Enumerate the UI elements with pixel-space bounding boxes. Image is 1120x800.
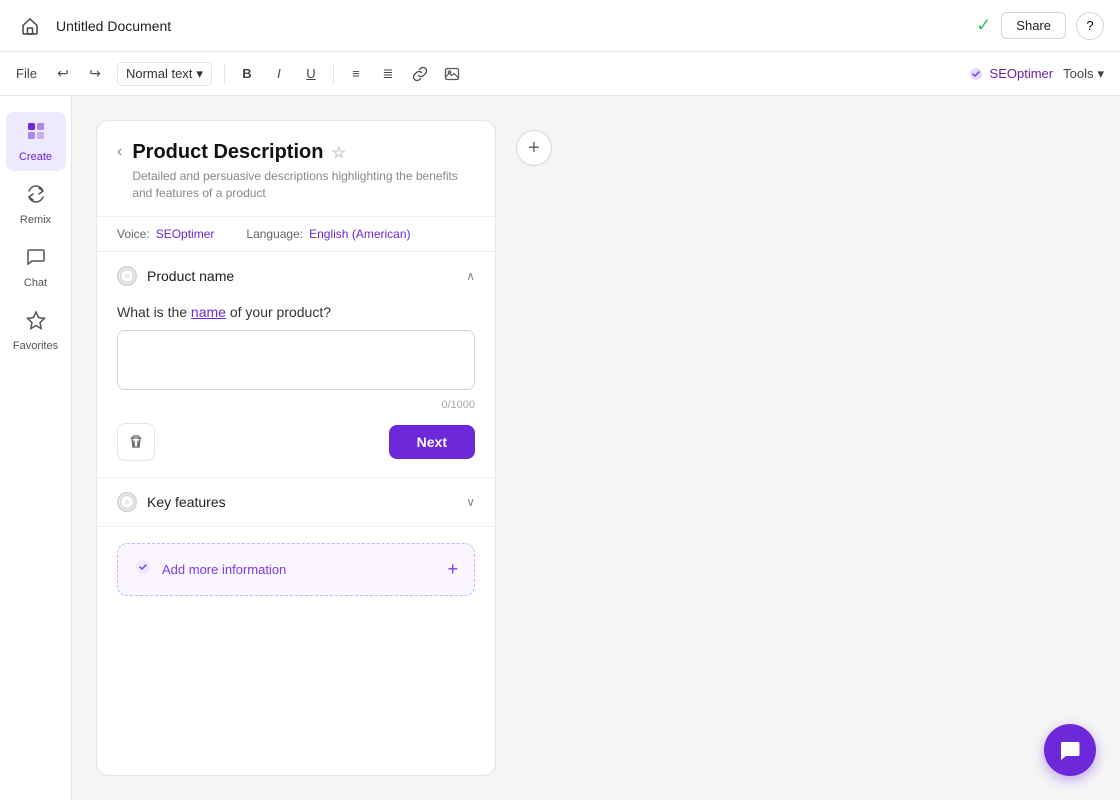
undo-button[interactable]: ↩	[49, 60, 77, 88]
language-value[interactable]: English (American)	[309, 227, 410, 241]
sidebar-item-create[interactable]: Create	[6, 112, 66, 171]
file-menu[interactable]: File	[16, 66, 37, 81]
sidebar-item-favorites[interactable]: Favorites	[6, 301, 66, 360]
add-more-plus-icon: +	[447, 559, 458, 580]
key-features-header[interactable]: Key features ∨	[97, 478, 495, 526]
toolbar-divider-2	[333, 64, 334, 84]
create-icon	[25, 120, 47, 147]
favorites-label: Favorites	[13, 340, 58, 352]
topbar-actions: ✓ Share ?	[976, 12, 1104, 40]
remix-icon	[25, 183, 47, 210]
product-name-input[interactable]	[117, 330, 475, 390]
toolbar: File ↩ ↪ Normal text ▾ B I U ≡ ≣ SEOptim…	[0, 52, 1120, 96]
voice-value[interactable]: SEOptimer	[156, 227, 215, 241]
product-name-body: What is the name of your product? 0/1000…	[97, 304, 495, 477]
toolbar-divider-1	[224, 64, 225, 84]
image-button[interactable]	[438, 60, 466, 88]
link-button[interactable]	[406, 60, 434, 88]
language-label: Language:	[246, 227, 303, 241]
product-name-question: What is the name of your product?	[117, 304, 475, 320]
text-style-label: Normal text	[126, 66, 192, 81]
redo-button[interactable]: ↪	[81, 60, 109, 88]
remix-label: Remix	[20, 214, 51, 226]
delete-button[interactable]	[117, 423, 155, 461]
product-name-title: Product name	[147, 268, 234, 284]
product-name-step-icon	[117, 266, 137, 286]
card-title: Product Description ☆	[132, 141, 475, 164]
sidebar-item-remix[interactable]: Remix	[6, 175, 66, 234]
content-area: ‹ Product Description ☆ Detailed and per…	[72, 96, 1120, 800]
key-features-section: Key features ∨	[97, 478, 495, 527]
key-features-title: Key features	[147, 494, 226, 510]
back-button[interactable]: ‹	[117, 143, 122, 161]
chat-icon	[25, 246, 47, 273]
create-label: Create	[19, 151, 52, 163]
card-header: ‹ Product Description ☆ Detailed and per…	[97, 121, 495, 217]
tools-menu[interactable]: Tools ▾	[1063, 66, 1104, 82]
tools-chevron-icon: ▾	[1097, 66, 1104, 82]
bold-button[interactable]: B	[233, 60, 261, 88]
product-name-chevron-icon: ∧	[466, 269, 475, 283]
form-card: ‹ Product Description ☆ Detailed and per…	[96, 120, 496, 776]
status-check-icon: ✓	[976, 15, 991, 36]
add-more-icon	[134, 558, 152, 581]
chat-bubble-button[interactable]	[1044, 724, 1096, 776]
sidebar-item-chat[interactable]: Chat	[6, 238, 66, 297]
style-chevron-icon: ▾	[196, 66, 203, 82]
product-name-header[interactable]: Product name ∧	[97, 252, 495, 300]
add-block-button[interactable]: +	[516, 130, 552, 166]
voice-language-row: Voice: SEOptimer Language: English (Amer…	[97, 217, 495, 252]
help-button[interactable]: ?	[1076, 12, 1104, 40]
bullet-list-button[interactable]: ≡	[342, 60, 370, 88]
home-icon[interactable]	[16, 12, 44, 40]
seo-optimizer-button[interactable]: SEOptimer	[968, 66, 1054, 82]
main-layout: Create Remix Chat	[0, 96, 1120, 800]
card-title-area: Product Description ☆ Detailed and persu…	[132, 141, 475, 202]
document-title: Untitled Document	[56, 18, 964, 34]
voice-label: Voice:	[117, 227, 150, 241]
toolbar-right: SEOptimer Tools ▾	[968, 66, 1104, 82]
product-name-actions: Next	[117, 423, 475, 461]
share-button[interactable]: Share	[1001, 12, 1066, 39]
next-button[interactable]: Next	[389, 425, 475, 459]
key-features-step-icon	[117, 492, 137, 512]
card-subtitle: Detailed and persuasive descriptions hig…	[132, 168, 475, 202]
key-features-chevron-icon: ∨	[466, 495, 475, 509]
chat-label: Chat	[24, 277, 47, 289]
text-style-select[interactable]: Normal text ▾	[117, 62, 212, 86]
favorite-star-icon[interactable]: ☆	[331, 143, 345, 163]
card-title-text: Product Description	[132, 141, 323, 164]
add-more-label: Add more information	[162, 562, 286, 577]
numbered-list-button[interactable]: ≣	[374, 60, 402, 88]
italic-button[interactable]: I	[265, 60, 293, 88]
underline-button[interactable]: U	[297, 60, 325, 88]
add-more-section[interactable]: Add more information +	[117, 543, 475, 596]
seo-label: SEOptimer	[990, 66, 1054, 81]
char-count: 0/1000	[117, 399, 475, 411]
topbar: Untitled Document ✓ Share ?	[0, 0, 1120, 52]
sidebar: Create Remix Chat	[0, 96, 72, 800]
product-name-section: Product name ∧ What is the name of your …	[97, 252, 495, 478]
favorites-icon	[25, 309, 47, 336]
